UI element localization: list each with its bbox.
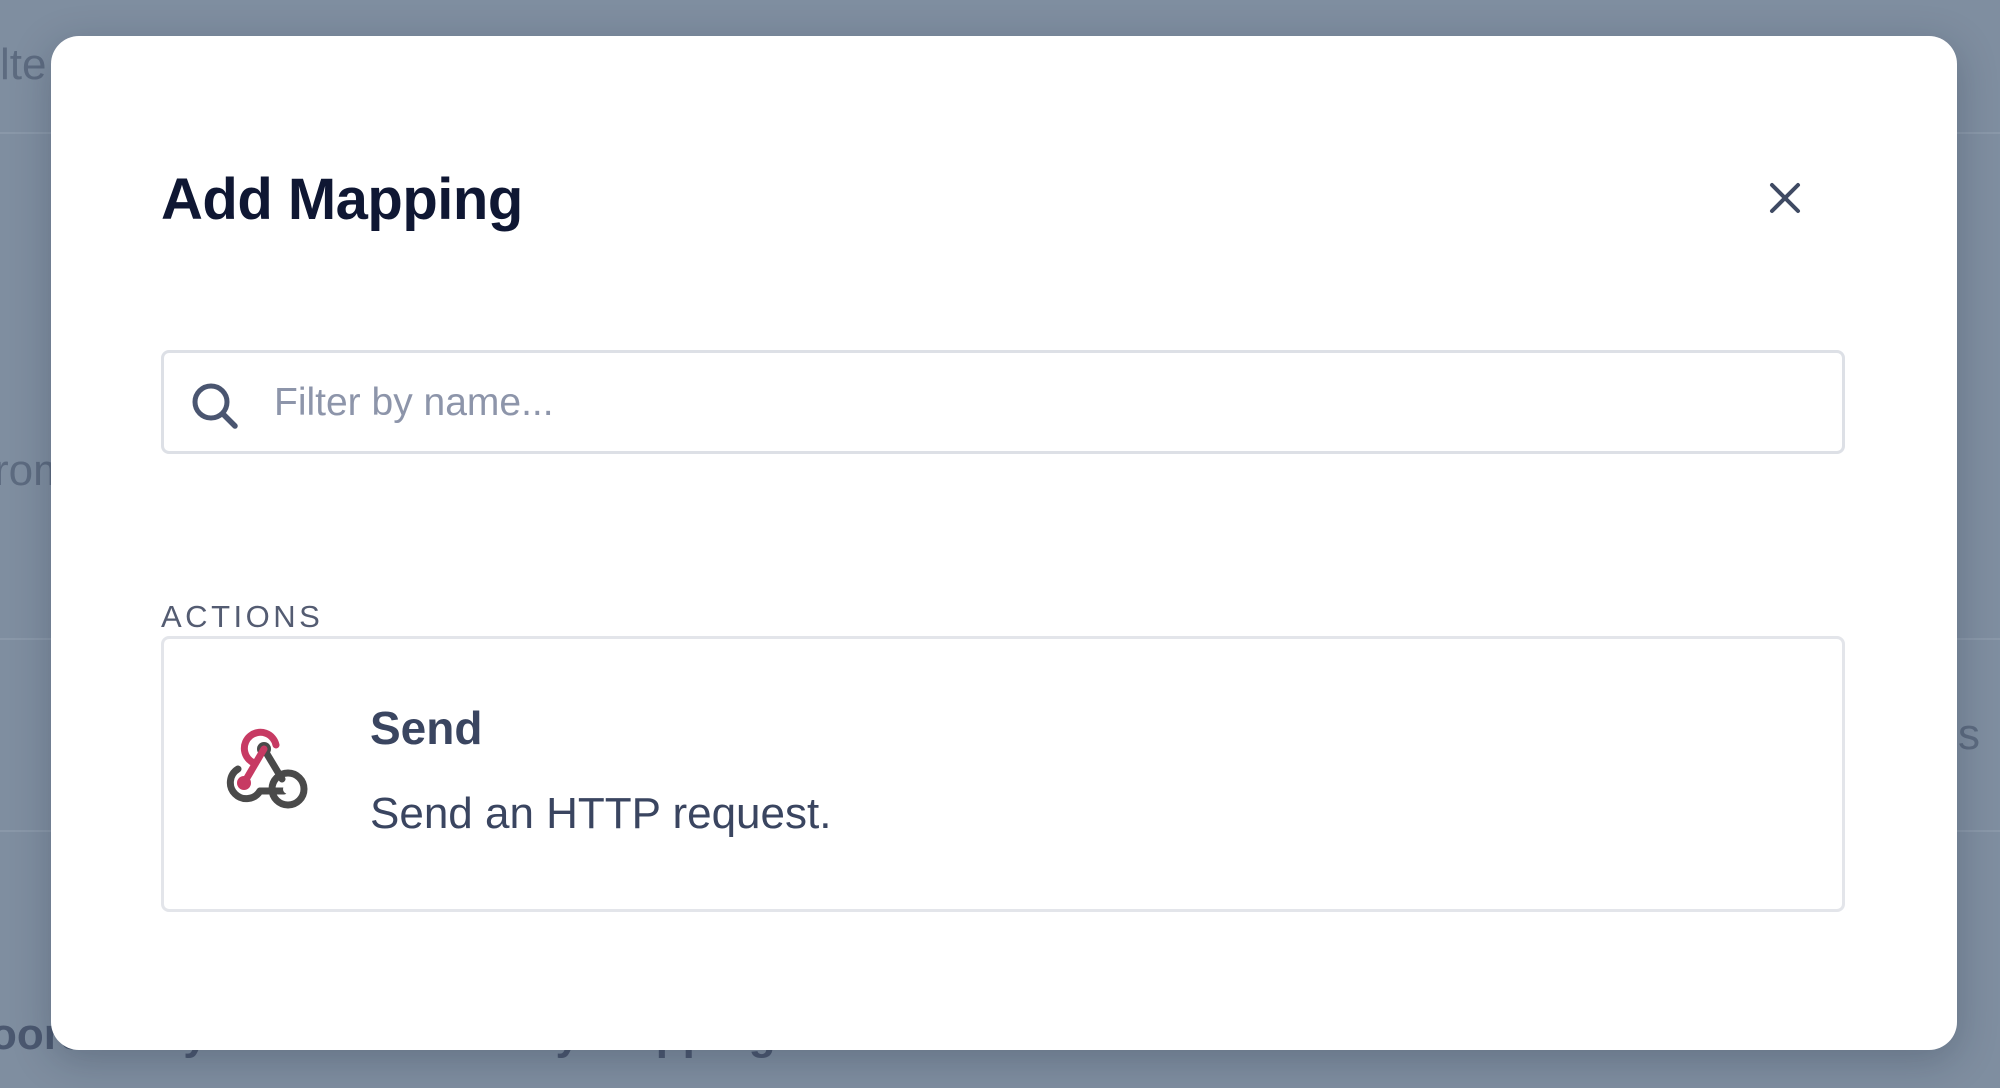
background-text: lte [0, 40, 47, 89]
background-text: s [1958, 710, 1980, 759]
close-icon [1770, 183, 1800, 213]
section-label-actions: ACTIONS [161, 599, 324, 634]
add-mapping-modal: Add Mapping ACTIONS [51, 36, 1957, 1050]
close-button[interactable] [1751, 164, 1819, 232]
search-input[interactable] [272, 353, 1816, 453]
action-description: Send an HTTP request. [370, 789, 832, 838]
modal-title: Add Mapping [161, 167, 523, 232]
page: lte rom s oors like you don't have any m… [0, 0, 2000, 1088]
action-item-send[interactable]: Send Send an HTTP request. [161, 636, 1845, 912]
action-name: Send [370, 702, 483, 754]
search-icon [192, 383, 238, 429]
webhook-icon [226, 728, 308, 809]
search-field[interactable] [161, 350, 1845, 454]
